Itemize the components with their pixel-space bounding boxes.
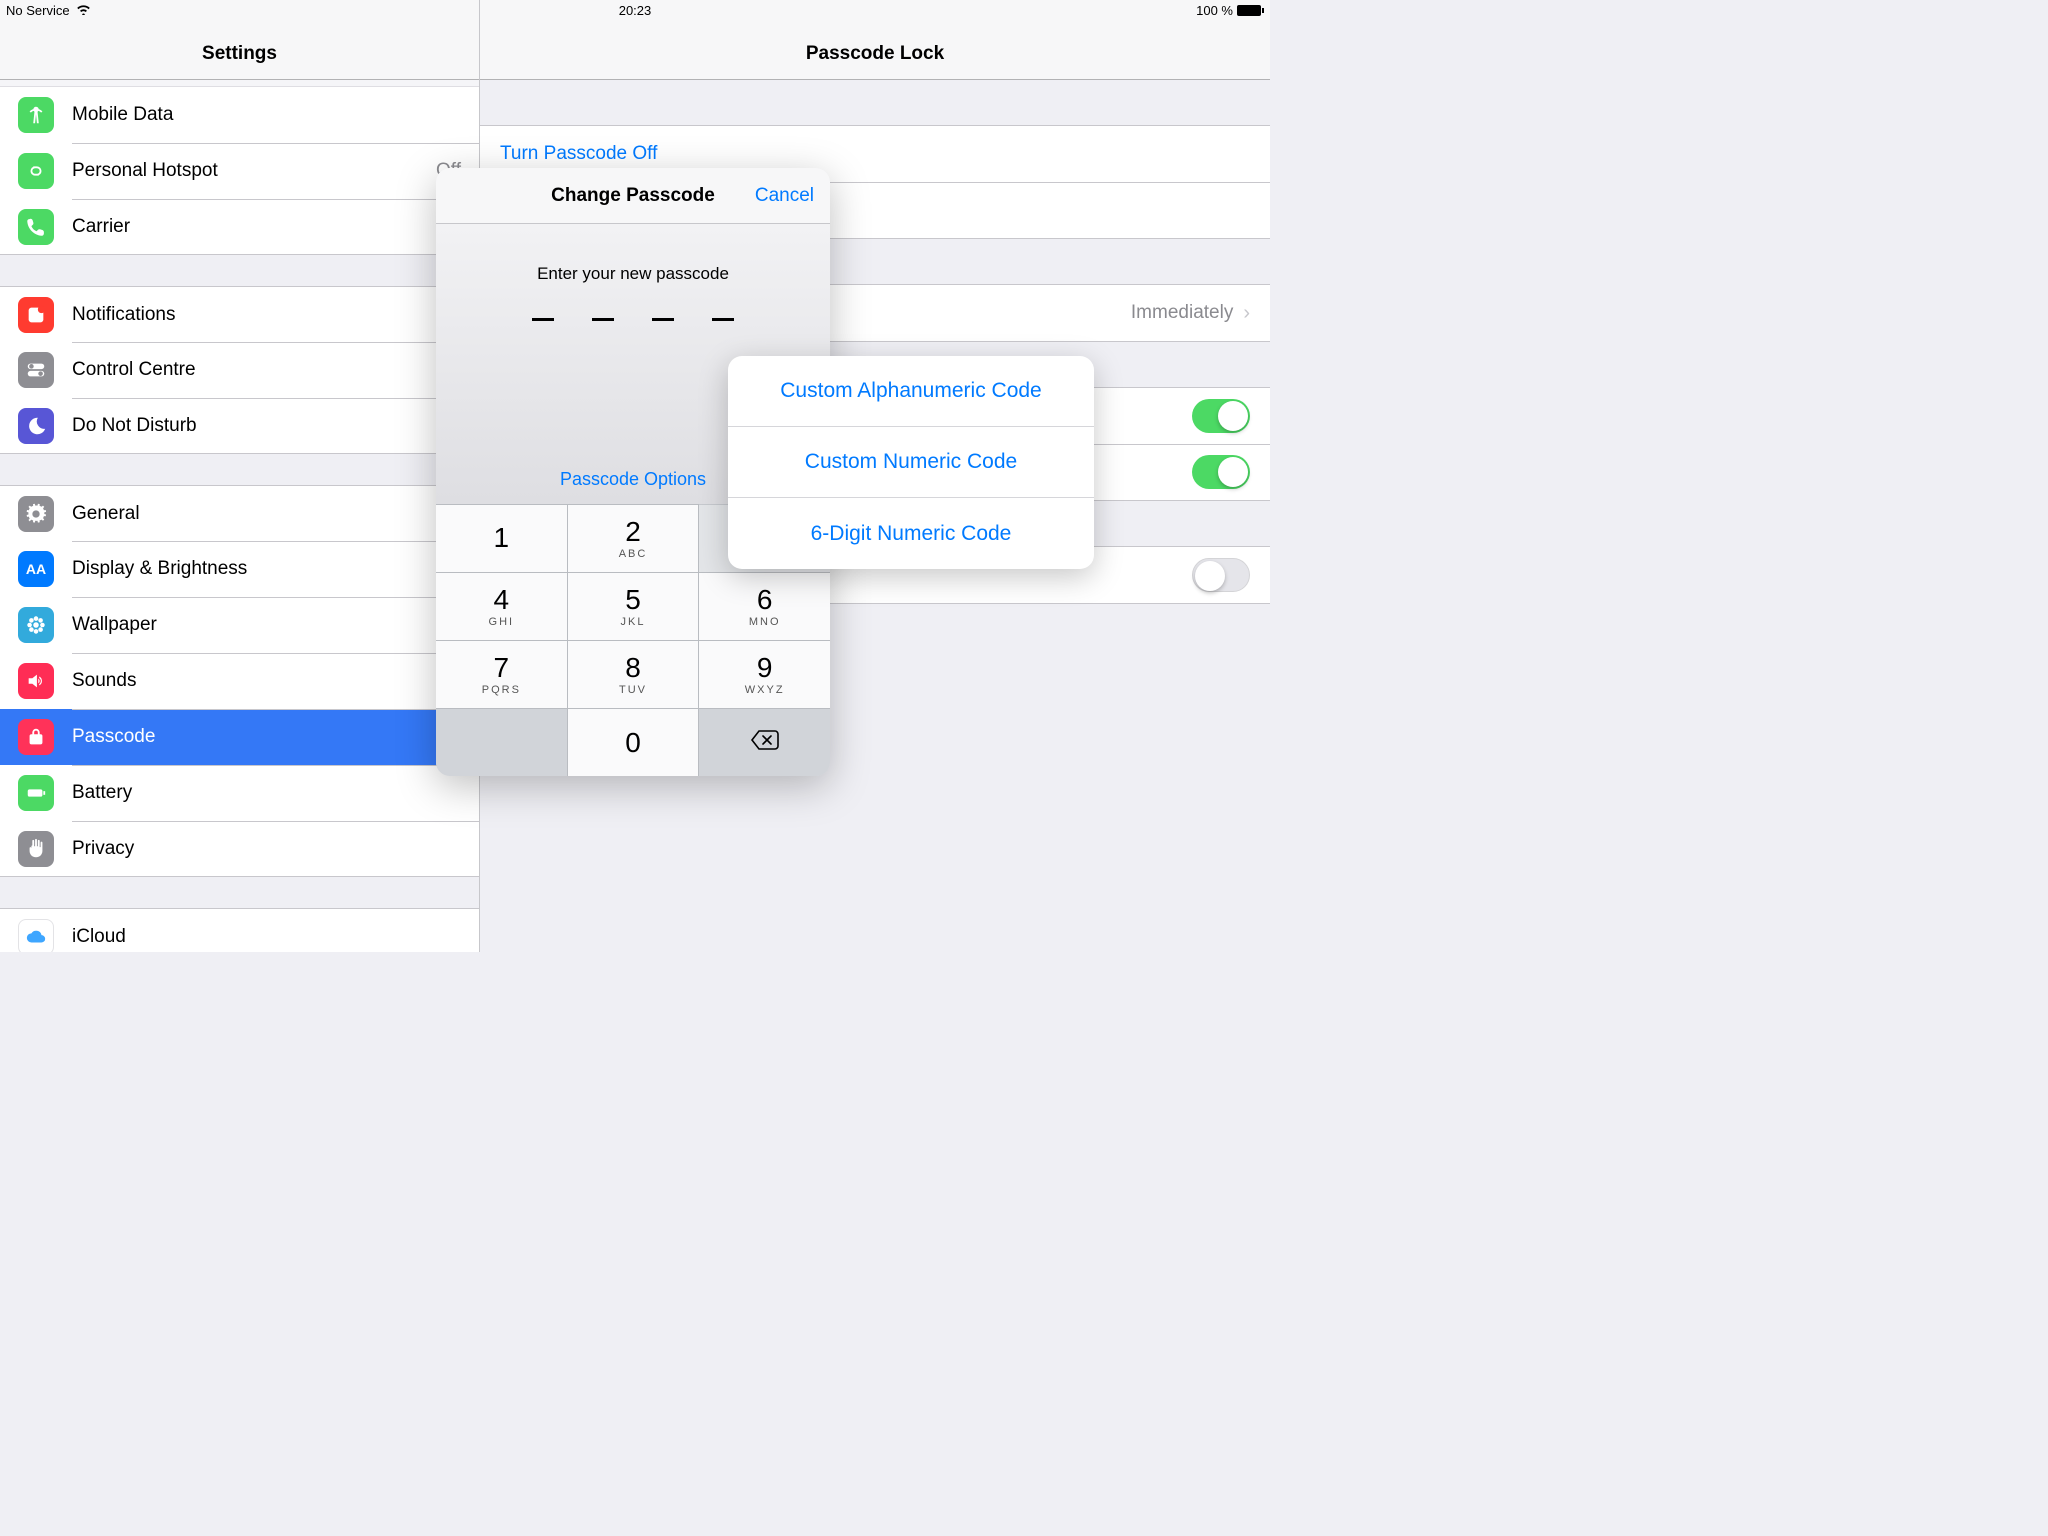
sidebar-item-wallpaper[interactable]: Wallpaper <box>0 597 479 653</box>
popover-title: Change Passcode <box>551 185 715 207</box>
lock-icon <box>18 719 54 755</box>
clock: 20:23 <box>619 3 652 18</box>
sidebar-item-label: Mobile Data <box>72 104 479 126</box>
sidebar-item-label: Privacy <box>72 838 479 860</box>
keypad-backspace[interactable] <box>699 708 830 776</box>
battery-percent: 100 % <box>1196 3 1233 18</box>
sidebar-item-control-centre[interactable]: Control Centre <box>0 342 479 398</box>
passcode-dash <box>712 318 734 321</box>
passcode-options-popover: Custom Alphanumeric Code Custom Numeric … <box>728 356 1094 569</box>
sidebar-item-bluetooth[interactable]: Bluetooth Off <box>0 80 479 87</box>
battery-settings-icon <box>18 775 54 811</box>
keypad-9[interactable]: 9WXYZ <box>699 640 830 708</box>
battery-icon <box>1237 5 1264 16</box>
keypad-5[interactable]: 5JKL <box>568 572 700 640</box>
passcode-dash <box>532 318 554 321</box>
antenna-icon <box>18 97 54 133</box>
sidebar-item-label: Carrier <box>72 216 479 238</box>
passcode-prompt: Enter your new passcode <box>436 264 830 284</box>
gear-icon <box>18 496 54 532</box>
sidebar-item-sounds[interactable]: Sounds <box>0 653 479 709</box>
sidebar-item-display[interactable]: AA Display & Brightness <box>0 541 479 597</box>
sidebar-item-mobile-data[interactable]: Mobile Data <box>0 87 479 143</box>
sidebar-item-icloud[interactable]: iCloud <box>0 908 479 952</box>
sidebar-item-label: Wallpaper <box>72 614 479 636</box>
sidebar-item-label: Passcode <box>72 726 479 748</box>
flower-icon <box>18 607 54 643</box>
keypad-blank <box>436 708 568 776</box>
require-passcode-value: Immediately <box>1131 302 1233 324</box>
passcode-dashes <box>436 318 830 321</box>
keypad-7[interactable]: 7PQRS <box>436 640 568 708</box>
keypad-1[interactable]: 1 <box>436 504 568 572</box>
cloud-icon <box>18 919 54 953</box>
toggle-switch[interactable] <box>1192 558 1250 592</box>
turn-passcode-off-label: Turn Passcode Off <box>500 143 657 165</box>
popover-header: Change Passcode Cancel <box>436 168 830 224</box>
moon-icon <box>18 408 54 444</box>
sidebar-item-label: Sounds <box>72 670 479 692</box>
text-size-icon: AA <box>18 551 54 587</box>
sidebar-item-label: Notifications <box>72 304 479 326</box>
passcode-dash <box>652 318 674 321</box>
detail-title: Passcode Lock <box>806 43 944 65</box>
sidebar-item-label: Battery <box>72 782 479 804</box>
sidebar-item-label: General <box>72 503 479 525</box>
sidebar-title: Settings <box>202 43 277 65</box>
sidebar-item-label: Display & Brightness <box>72 558 479 580</box>
keypad-2[interactable]: 2ABC <box>568 504 700 572</box>
sidebar-item-label: iCloud <box>72 926 479 948</box>
status-bar: No Service 20:23 100 % <box>0 0 1270 20</box>
keypad-4[interactable]: 4GHI <box>436 572 568 640</box>
speaker-icon <box>18 663 54 699</box>
sidebar-item-label: Personal Hotspot <box>72 160 436 182</box>
link-icon <box>18 153 54 189</box>
sidebar-item-carrier[interactable]: Carrier <box>0 199 479 255</box>
keypad-6[interactable]: 6MNO <box>699 572 830 640</box>
wifi-icon <box>76 3 91 18</box>
hand-icon <box>18 831 54 867</box>
keypad-8[interactable]: 8TUV <box>568 640 700 708</box>
sidebar-item-passcode[interactable]: Passcode <box>0 709 479 765</box>
sidebar-item-battery[interactable]: Battery <box>0 765 479 821</box>
backspace-icon <box>750 729 780 756</box>
option-custom-numeric[interactable]: Custom Numeric Code <box>728 427 1094 498</box>
switches-icon <box>18 352 54 388</box>
toggle-switch[interactable] <box>1192 399 1250 433</box>
passcode-dash <box>592 318 614 321</box>
sidebar-item-general[interactable]: General <box>0 485 479 541</box>
chevron-right-icon: › <box>1243 302 1250 325</box>
toggle-switch[interactable] <box>1192 455 1250 489</box>
keypad-0[interactable]: 0 <box>568 708 700 776</box>
sidebar-item-hotspot[interactable]: Personal Hotspot Off <box>0 143 479 199</box>
carrier-status: No Service <box>6 3 70 18</box>
sidebar-item-notifications[interactable]: Notifications <box>0 286 479 342</box>
phone-icon <box>18 209 54 245</box>
sidebar-item-label: Control Centre <box>72 359 479 381</box>
sidebar-item-dnd[interactable]: Do Not Disturb <box>0 398 479 454</box>
option-custom-alpha[interactable]: Custom Alphanumeric Code <box>728 356 1094 427</box>
option-six-digit[interactable]: 6-Digit Numeric Code <box>728 498 1094 569</box>
settings-sidebar: Settings Bluetooth Off Mobile Data Perso… <box>0 0 480 952</box>
sidebar-item-label: Do Not Disturb <box>72 415 479 437</box>
notifications-icon <box>18 297 54 333</box>
cancel-button[interactable]: Cancel <box>755 185 814 207</box>
sidebar-item-privacy[interactable]: Privacy <box>0 821 479 877</box>
